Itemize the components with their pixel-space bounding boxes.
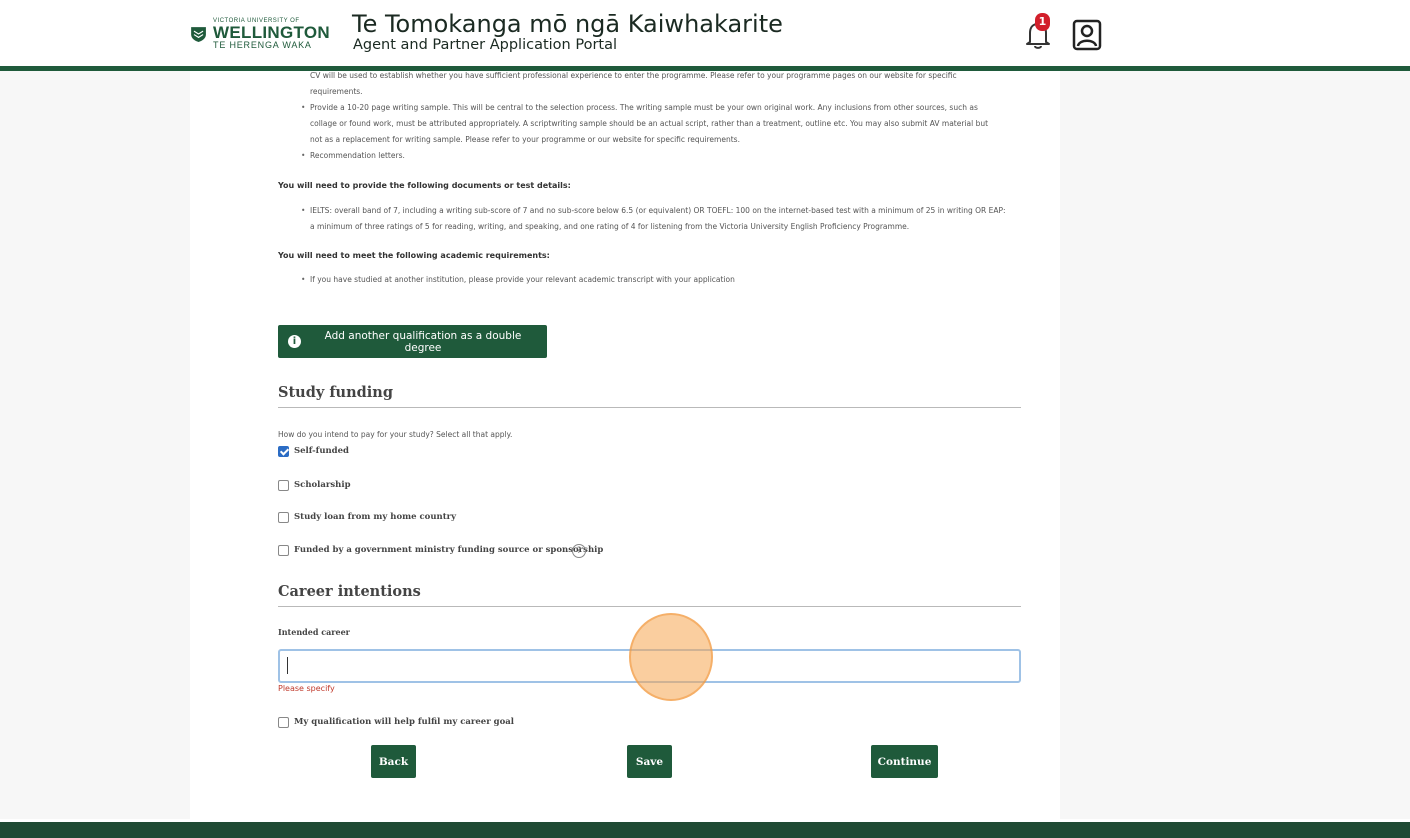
cv-requirement-text: CV will be used to establish whether you…	[310, 71, 957, 80]
documents-heading: You will need to provide the following d…	[278, 181, 571, 190]
study-funding-question: How do you intend to pay for your study?…	[278, 430, 513, 439]
ielts-item: IELTS: overall band of 7, including a wr…	[301, 203, 1006, 219]
portal-title: Te Tomokanga mō ngā Kaiwhakarite	[352, 10, 783, 38]
university-logo[interactable]: VICTORIA UNIVERSITY OF WELLINGTON TE HER…	[190, 12, 330, 56]
add-double-degree-label: Add another qualification as a double de…	[324, 329, 522, 354]
info-icon: i	[288, 335, 301, 348]
portal-subtitle: Agent and Partner Application Portal	[353, 37, 618, 53]
portal-header: VICTORIA UNIVERSITY OF WELLINGTON TE HER…	[0, 0, 1410, 71]
ielts-item-cont: a minimum of three ratings of 5 for read…	[310, 222, 910, 231]
recommendation-item: Recommendation letters.	[301, 148, 405, 164]
save-button[interactable]: Save	[627, 745, 672, 778]
career-goal-label[interactable]: My qualification will help fulfil my car…	[294, 717, 514, 727]
shield-icon	[191, 27, 206, 42]
government-funding-checkbox[interactable]	[278, 545, 289, 556]
intended-career-input[interactable]	[278, 649, 1021, 683]
page-background-right	[1060, 71, 1410, 819]
page-background-left	[0, 71, 190, 819]
writing-sample-item-cont: collage or found work, must be attribute…	[310, 119, 989, 128]
notification-badge: 1	[1035, 13, 1050, 31]
study-loan-label[interactable]: Study loan from my home country	[294, 512, 456, 522]
scholarship-checkbox[interactable]	[278, 480, 289, 491]
self-funded-label[interactable]: Self-funded	[294, 446, 349, 456]
writing-sample-item-cont: not as a replacement for writing sample.…	[310, 135, 740, 144]
help-icon[interactable]: ?	[572, 544, 586, 558]
writing-sample-item: Provide a 10-20 page writing sample. Thi…	[301, 100, 978, 116]
user-icon[interactable]	[1072, 19, 1102, 51]
intended-career-label: Intended career	[278, 627, 350, 637]
government-funding-label[interactable]: Funded by a government ministry funding …	[294, 545, 603, 555]
cv-requirement-text-cont: requirements.	[310, 87, 363, 96]
career-intentions-divider	[278, 606, 1021, 607]
continue-button[interactable]: Continue	[871, 745, 938, 778]
footer-bar	[0, 822, 1410, 838]
back-button[interactable]: Back	[371, 745, 416, 778]
career-intentions-title: Career intentions	[278, 583, 421, 600]
self-funded-checkbox[interactable]	[278, 446, 289, 457]
text-caret	[287, 657, 288, 674]
scholarship-label[interactable]: Scholarship	[294, 480, 351, 490]
study-funding-divider	[278, 407, 1021, 408]
logo-main-text: WELLINGTON	[213, 23, 330, 42]
add-double-degree-button[interactable]: i Add another qualification as a double …	[278, 325, 547, 358]
intended-career-error: Please specify	[278, 684, 335, 693]
academic-item: If you have studied at another instituti…	[301, 272, 735, 288]
study-funding-title: Study funding	[278, 384, 393, 401]
study-loan-checkbox[interactable]	[278, 512, 289, 523]
career-goal-checkbox[interactable]	[278, 717, 289, 728]
academic-heading: You will need to meet the following acad…	[278, 251, 550, 260]
logo-bottom-text: TE HERENGA WAKA	[213, 40, 312, 50]
